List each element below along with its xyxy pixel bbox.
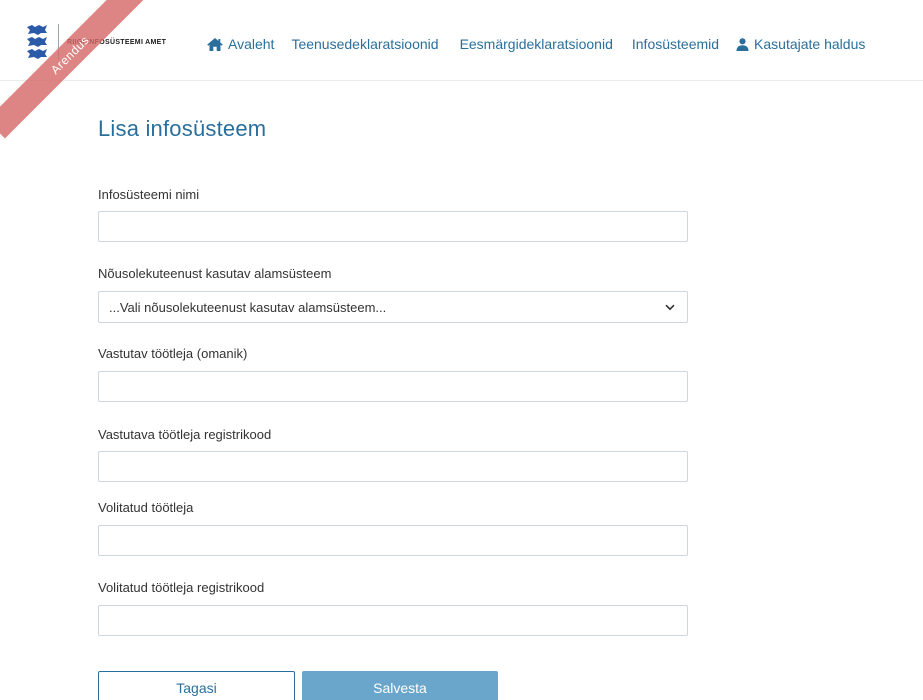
page: Riigi Infosüsteemi Amet Avaleht Teenused… [0, 0, 923, 700]
back-button[interactable]: Tagasi [98, 671, 295, 700]
nav-item-purpose-declarations[interactable]: Eesmärgideklaratsioonid [460, 36, 613, 52]
processor-reg-code-input[interactable] [98, 605, 688, 636]
processor-input[interactable] [98, 525, 688, 556]
logo-divider [58, 24, 59, 60]
nav-item-home-label: Avaleht [228, 36, 275, 52]
nav-item-user-management-label: Kasutajate haldus [754, 36, 866, 52]
ria-logo[interactable]: Riigi Infosüsteemi Amet [26, 24, 166, 60]
controller-reg-code-input[interactable] [98, 451, 688, 482]
controller-label: Vastutav töötleja (omanik) [98, 346, 248, 361]
page-title: Lisa infosüsteem [98, 116, 267, 141]
system-name-label: Infosüsteemi nimi [98, 187, 200, 202]
app-header: Riigi Infosüsteemi Amet Avaleht Teenused… [0, 0, 923, 81]
estonian-coat-of-arms-icon [26, 24, 48, 60]
main-nav: Avaleht Teenusedeklaratsioonid Eesmärgid… [207, 36, 865, 52]
controller-input[interactable] [98, 371, 688, 402]
system-name-input[interactable] [98, 211, 688, 242]
nav-item-information-systems[interactable]: Infosüsteemid [632, 36, 719, 52]
subsystem-select-value: ...Vali nõusolekuteenust kasutav alamsüs… [109, 299, 387, 315]
nav-item-home[interactable]: Avaleht [207, 36, 274, 52]
controller-reg-code-label: Vastutava töötleja registrikood [98, 427, 272, 442]
processor-label: Volitatud töötleja [98, 500, 194, 515]
logo-text: Riigi Infosüsteemi Amet [67, 38, 167, 46]
processor-reg-code-label: Volitatud töötleja registrikood [98, 580, 265, 595]
nav-item-service-declarations[interactable]: Teenusedeklaratsioonid [291, 36, 438, 52]
home-icon [207, 37, 223, 51]
subsystem-select[interactable]: ...Vali nõusolekuteenust kasutav alamsüs… [98, 291, 688, 323]
user-icon [736, 37, 749, 51]
nav-item-user-management[interactable]: Kasutajate haldus [736, 36, 865, 52]
subsystem-label: Nõusolekuteenust kasutav alamsüsteem [98, 266, 332, 281]
chevron-down-icon [665, 304, 675, 311]
save-button[interactable]: Salvesta [302, 671, 498, 700]
